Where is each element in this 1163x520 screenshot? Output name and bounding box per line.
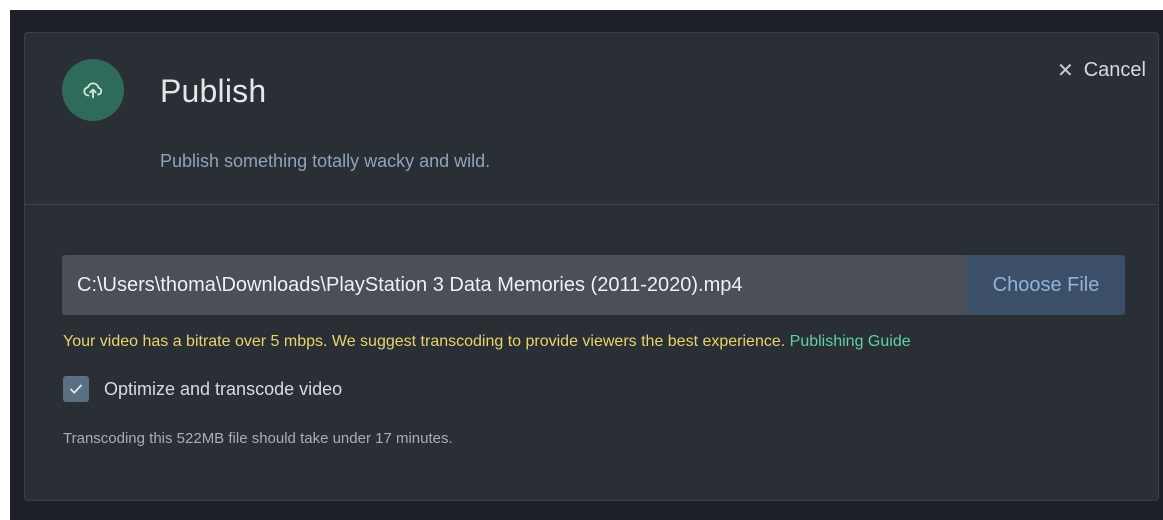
- transcode-option: Optimize and transcode video: [63, 376, 342, 402]
- transcode-note: Transcoding this 522MB file should take …: [63, 430, 453, 447]
- file-path-field[interactable]: C:\Users\thoma\Downloads\PlayStation 3 D…: [62, 255, 967, 315]
- bitrate-warning: Your video has a bitrate over 5 mbps. We…: [63, 333, 911, 351]
- page-title: Publish: [160, 73, 267, 109]
- choose-file-button[interactable]: Choose File: [967, 255, 1125, 315]
- cloud-upload-icon: [62, 59, 124, 121]
- cancel-button[interactable]: ✕ Cancel: [1057, 59, 1146, 82]
- transcode-label: Optimize and transcode video: [104, 378, 343, 399]
- check-icon: [70, 384, 82, 394]
- cancel-label: Cancel: [1083, 59, 1146, 81]
- transcode-checkbox[interactable]: [63, 376, 89, 402]
- page-subtitle: Publish something totally wacky and wild…: [160, 151, 491, 171]
- screen: Publish Publish something totally wacky …: [0, 0, 1163, 520]
- publish-dialog: Publish Publish something totally wacky …: [24, 32, 1159, 501]
- bitrate-warning-text: Your video has a bitrate over 5 mbps. We…: [63, 333, 790, 350]
- file-picker: C:\Users\thoma\Downloads\PlayStation 3 D…: [62, 255, 1125, 315]
- dialog-header: Publish Publish something totally wacky …: [25, 33, 1158, 205]
- close-icon: ✕: [1056, 59, 1074, 82]
- publishing-guide-link[interactable]: Publishing Guide: [790, 333, 911, 350]
